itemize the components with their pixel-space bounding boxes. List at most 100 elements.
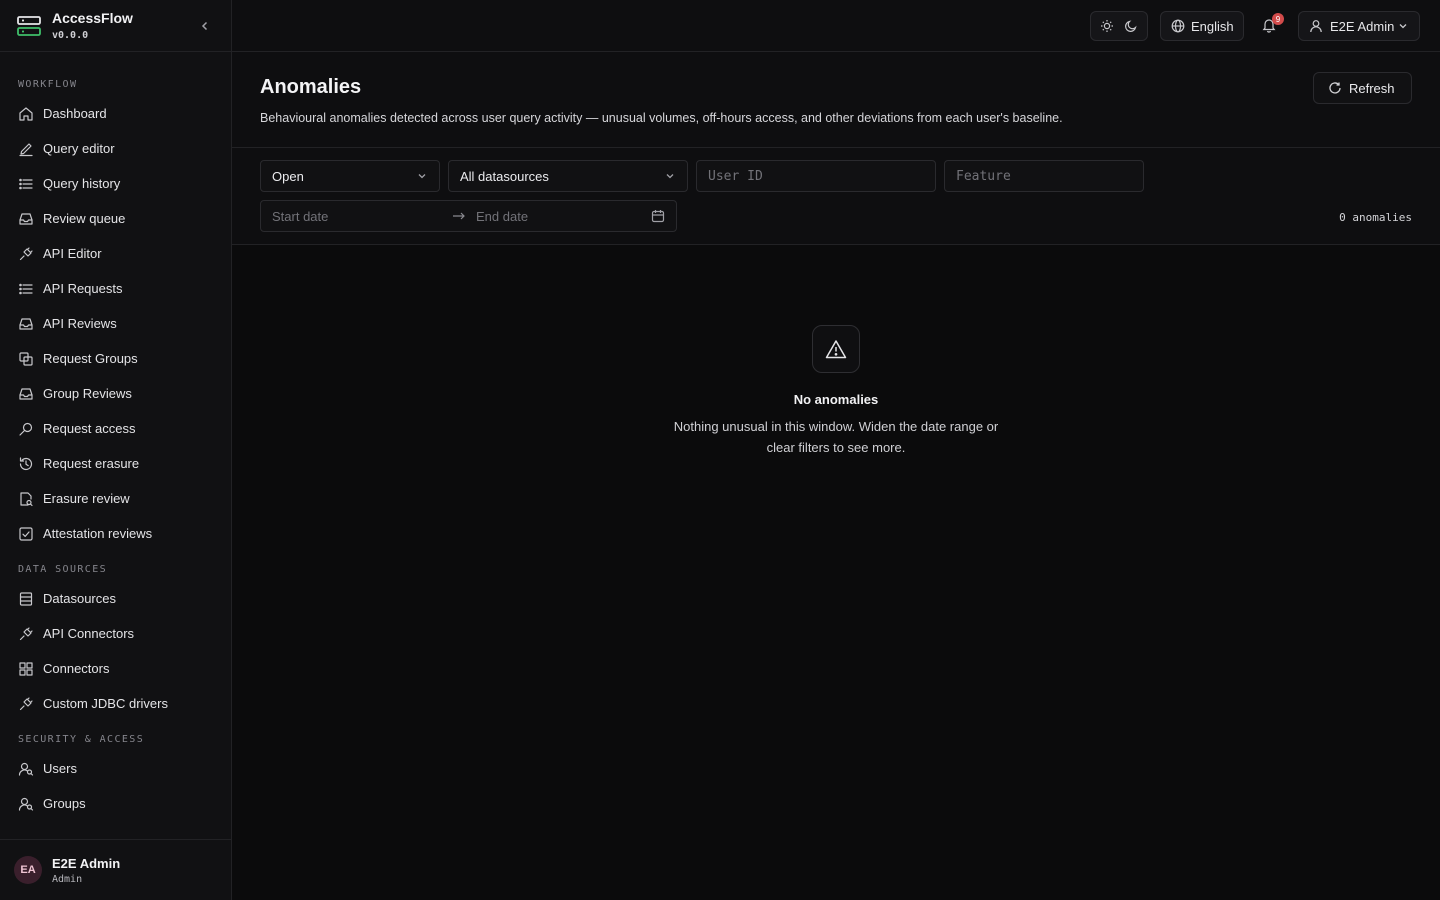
- sidebar-item-dashboard[interactable]: Dashboard: [0, 96, 231, 131]
- sidebar-item-label: API Connectors: [43, 626, 135, 641]
- app-name: AccessFlow: [52, 10, 133, 26]
- language-label: English: [1191, 18, 1234, 34]
- file-search-icon: [18, 491, 34, 507]
- collapse-sidebar-button[interactable]: [197, 18, 213, 34]
- pencil-icon: [18, 141, 34, 157]
- sun-icon[interactable]: [1100, 19, 1114, 33]
- sidebar-item-group-reviews[interactable]: Group Reviews: [0, 376, 231, 411]
- sidebar-item-label: Query editor: [43, 141, 115, 156]
- sidebar-item-label: Request erasure: [43, 456, 140, 471]
- status-select[interactable]: Open: [260, 160, 440, 192]
- sidebar-item-request-access[interactable]: Request access: [0, 411, 231, 446]
- sidebar-item-label: Erasure review: [43, 491, 130, 506]
- empty-state-text: Nothing unusual in this window. Widen th…: [673, 419, 999, 455]
- main-content: Anomalies Behavioural anomalies detected…: [232, 52, 1440, 900]
- datasource-select-value: All datasources: [460, 168, 549, 184]
- sidebar-user[interactable]: EA E2E Admin Admin: [0, 839, 231, 900]
- user-menu-button[interactable]: E2E Admin: [1298, 11, 1420, 41]
- sidebar-item-request-erasure[interactable]: Request erasure: [0, 446, 231, 481]
- refresh-button[interactable]: Refresh: [1313, 72, 1412, 104]
- list-icon: [18, 176, 34, 192]
- plug-icon: [18, 246, 34, 262]
- sidebar-nav: WORKFLOW Dashboard Query editor Query histo…: [0, 52, 231, 821]
- notification-badge: 9: [1272, 13, 1284, 25]
- chevron-down-icon: [1397, 20, 1409, 32]
- sidebar-item-api-connectors[interactable]: API Connectors: [0, 616, 231, 651]
- status-select-value: Open: [272, 168, 304, 184]
- user-id-input[interactable]: User ID: [696, 160, 936, 192]
- datasource-select[interactable]: All datasources: [448, 160, 688, 192]
- sidebar-item-datasources[interactable]: Datasources: [0, 581, 231, 616]
- sidebar-item-label: Dashboard: [43, 106, 107, 121]
- filter-bar: Open All datasources User ID Feature Sta…: [232, 148, 1440, 245]
- sidebar-item-query-history[interactable]: Query history: [0, 166, 231, 201]
- copy-icon: [18, 351, 34, 367]
- start-date-input[interactable]: Start date: [272, 209, 442, 224]
- arrow-right-icon: [452, 209, 466, 224]
- inbox-icon: [18, 316, 34, 332]
- sidebar-item-label: Connectors: [43, 661, 110, 676]
- sidebar-item-groups[interactable]: Groups: [0, 786, 231, 821]
- sidebar: AccessFlow v0.0.0 WORKFLOW Dashboard Query…: [0, 0, 232, 900]
- sidebar-item-label: API Reviews: [43, 316, 117, 331]
- sidebar-item-label: API Requests: [43, 281, 123, 296]
- chevron-down-icon: [416, 170, 428, 182]
- home-icon: [18, 106, 34, 122]
- empty-state: No anomalies Nothing unusual in this win…: [232, 325, 1440, 458]
- sidebar-item-label: Custom JDBC drivers: [43, 696, 168, 711]
- sidebar-item-label: Groups: [43, 796, 86, 811]
- moon-icon[interactable]: [1124, 19, 1138, 33]
- language-select[interactable]: English: [1160, 11, 1244, 41]
- refresh-label: Refresh: [1349, 80, 1395, 96]
- sidebar-item-api-reviews[interactable]: API Reviews: [0, 306, 231, 341]
- feature-input[interactable]: Feature: [944, 160, 1144, 192]
- sidebar-item-connectors[interactable]: Connectors: [0, 651, 231, 686]
- avatar: EA: [14, 856, 42, 884]
- sidebar-item-query-editor[interactable]: Query editor: [0, 131, 231, 166]
- chevron-down-icon: [664, 170, 676, 182]
- sidebar-item-api-requests[interactable]: API Requests: [0, 271, 231, 306]
- inbox-icon: [18, 211, 34, 227]
- sidebar-item-label: Attestation reviews: [43, 526, 153, 541]
- list-icon: [18, 281, 34, 297]
- sidebar-item-api-editor[interactable]: API Editor: [0, 236, 231, 271]
- sidebar-item-label: API Editor: [43, 246, 102, 261]
- history-icon: [18, 456, 34, 472]
- sidebar-item-label: Request access: [43, 421, 136, 436]
- check-square-icon: [18, 526, 34, 542]
- sidebar-item-users[interactable]: Users: [0, 751, 231, 786]
- sidebar-user-role: Admin: [52, 873, 83, 885]
- user-search-icon: [18, 796, 34, 812]
- user-icon: [1309, 19, 1323, 33]
- sidebar-item-label: Group Reviews: [43, 386, 132, 401]
- grid-icon: [18, 661, 34, 677]
- date-range-picker[interactable]: Start date End date: [260, 200, 677, 232]
- user-menu-label: E2E Admin: [1330, 18, 1395, 34]
- plug-icon: [18, 696, 34, 712]
- anomaly-count: 0 anomalies: [1339, 211, 1412, 224]
- sidebar-item-erasure-review[interactable]: Erasure review: [0, 481, 231, 516]
- sidebar-item-label: Query history: [43, 176, 121, 191]
- sidebar-item-custom-jdbc-drivers[interactable]: Custom JDBC drivers: [0, 686, 231, 721]
- plug-icon: [18, 626, 34, 642]
- search-icon: [18, 421, 34, 437]
- nav-section-title: SECURITY & ACCESS: [18, 733, 145, 745]
- topbar: English 9 E2E Admin: [232, 0, 1440, 52]
- sidebar-item-attestation-reviews[interactable]: Attestation reviews: [0, 516, 231, 551]
- sidebar-item-request-groups[interactable]: Request Groups: [0, 341, 231, 376]
- page-description: Behavioural anomalies detected across us…: [260, 111, 1063, 125]
- theme-toggle[interactable]: [1090, 11, 1148, 41]
- calendar-icon[interactable]: [651, 209, 665, 223]
- end-date-input[interactable]: End date: [476, 209, 528, 224]
- page-header: Anomalies Behavioural anomalies detected…: [232, 52, 1440, 148]
- nav-section-title: DATA SOURCES: [18, 563, 108, 575]
- sidebar-item-label: Users: [43, 761, 77, 776]
- user-search-icon: [18, 761, 34, 777]
- sidebar-item-review-queue[interactable]: Review queue: [0, 201, 231, 236]
- warning-icon: [812, 325, 860, 373]
- sidebar-item-label: Request Groups: [43, 351, 138, 366]
- feature-placeholder: Feature: [956, 168, 1011, 184]
- database-icon: [18, 591, 34, 607]
- chevron-left-icon: [201, 21, 208, 31]
- user-id-placeholder: User ID: [708, 168, 763, 184]
